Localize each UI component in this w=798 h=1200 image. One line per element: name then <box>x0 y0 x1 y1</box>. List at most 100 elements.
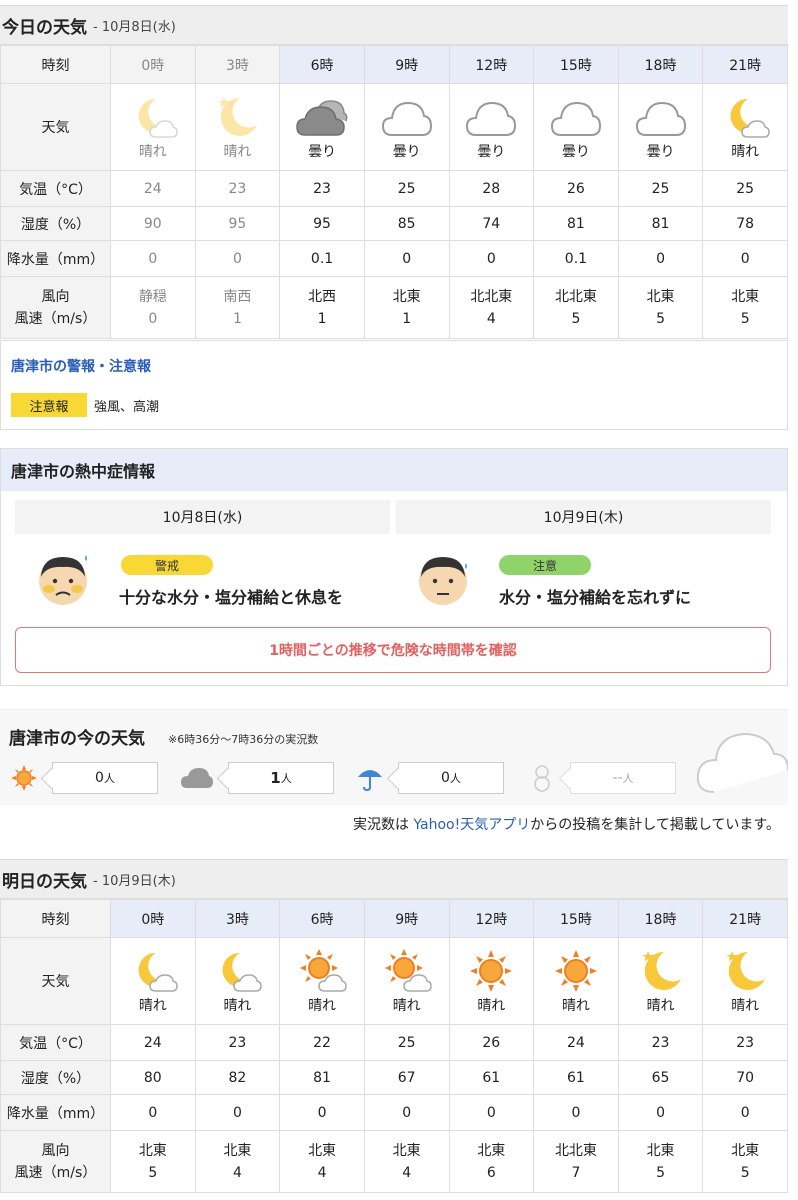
temp-cell: 25 <box>363 1024 450 1061</box>
wind-cell: 北東 4 <box>194 1130 281 1193</box>
temp-cell: 22 <box>279 1024 365 1061</box>
tomorrow-date: - 10月9日(木) <box>93 873 176 889</box>
current-weather-title: 唐津市の今の天気 <box>9 729 145 749</box>
today-table: 時刻 0時 3時 6時 9時 12時 15時 18時 21時 天気 晴れ 晴れ 曇り 曇り 曇り 曇り 曇り 晴れ… <box>0 45 788 339</box>
precip-cell: 0 <box>363 240 450 277</box>
cloud-icon <box>381 101 432 136</box>
hour-cell: 18時 <box>617 45 704 84</box>
temp-cell: 24 <box>533 1024 619 1061</box>
wind-cell: 北東 4 <box>363 1130 450 1193</box>
hour-cell: 9時 <box>363 45 450 84</box>
temp-cell: 26 <box>533 170 619 207</box>
temp-cell: 24 <box>110 1024 196 1061</box>
humidity-cell: 81 <box>533 206 619 241</box>
wind-cell: 北東 1 <box>363 276 450 339</box>
wind-label: 風向 風速（m/s） <box>0 276 111 339</box>
heat-day-1-message: 十分な水分・塩分補給と休息を <box>119 588 344 607</box>
temp-cell: 25 <box>363 170 450 207</box>
precip-cell: 0 <box>279 1094 365 1131</box>
wind-cell: 北東 5 <box>617 1130 704 1193</box>
weather-cell: 曇り <box>279 83 365 171</box>
time-label: 時刻 <box>0 45 111 84</box>
sun-icon <box>554 950 597 992</box>
count-sunny: 0人 <box>10 762 158 794</box>
hour-cell: 12時 <box>448 899 535 938</box>
precip-cell: 0 <box>110 240 196 277</box>
temp-label: 気温（°C） <box>0 1024 111 1061</box>
alert-items: 強風、高潮 <box>94 400 160 415</box>
tomorrow-table: 時刻 0時 3時 6時 9時 12時 15時 18時 21時 天気 晴れ 晴れ 晴れ 晴れ 晴れ 晴れ 晴れ 晴れ… <box>0 899 788 1193</box>
today-forecast: 今日の天気 - 10月8日(水) 時刻 0時 3時 6時 9時 12時 15時 18時 21時天… <box>0 5 788 339</box>
precip-cell: 0 <box>617 1094 704 1131</box>
weather-cell: 晴れ <box>110 937 196 1025</box>
current-weather-note: ※6時36分〜7時36分の実況数 <box>168 733 319 746</box>
hour-cell: 6時 <box>279 45 365 84</box>
wind-cell: 北東 5 <box>702 276 788 339</box>
wind-cell: 北東 5 <box>702 1130 788 1193</box>
count-cloudy: 1人 <box>180 762 334 794</box>
moon-cloud-icon <box>138 98 178 138</box>
moon-cloud-icon <box>223 952 263 992</box>
precip-cell: 0.1 <box>533 240 619 277</box>
alert-title[interactable]: 唐津市の警報・注意報 <box>11 356 151 376</box>
wind-cell: 北東 4 <box>279 1130 365 1193</box>
count-snowy-value: -- 人 <box>570 762 676 794</box>
decorative-cloud-icon <box>696 732 788 793</box>
precip-cell: 0.1 <box>279 240 365 277</box>
precip-cell: 0 <box>363 1094 450 1131</box>
precip-cell: 0 <box>617 240 704 277</box>
wind-cell: 南西 1 <box>194 276 281 339</box>
worried-face-icon <box>39 555 87 605</box>
hour-cell: 0時 <box>110 899 196 938</box>
alert-badge: 注意報 <box>11 393 87 417</box>
count-sunny-value: 0人 <box>52 762 158 794</box>
temp-cell: 23 <box>279 170 365 207</box>
precip-label: 降水量（mm） <box>0 1094 111 1131</box>
weather-cell: 晴れ <box>279 937 365 1025</box>
humidity-cell: 70 <box>702 1060 788 1095</box>
temp-cell: 25 <box>702 170 788 207</box>
wind-cell: 北北東 4 <box>448 276 535 339</box>
moon-star-icon <box>642 951 681 990</box>
weather-cell: 晴れ <box>702 937 788 1025</box>
wind-cell: 静穏 0 <box>110 276 196 339</box>
alert-box: 唐津市の警報・注意報 注意報 強風、高潮 <box>0 340 788 430</box>
yahoo-weather-app-link[interactable]: Yahoo!天気アプリ <box>413 817 530 833</box>
today-title: 今日の天気 <box>2 17 87 38</box>
today-date: - 10月8日(水) <box>93 19 176 35</box>
moon-star-icon <box>218 97 258 136</box>
temp-cell: 28 <box>448 170 535 207</box>
humidity-cell: 78 <box>702 206 788 241</box>
humidity-cell: 82 <box>194 1060 281 1095</box>
precip-cell: 0 <box>702 240 788 277</box>
precip-cell: 0 <box>702 1094 788 1131</box>
humidity-cell: 81 <box>617 206 704 241</box>
hour-cell: 21時 <box>702 899 788 938</box>
wind-cell: 北東 5 <box>617 276 704 339</box>
temp-cell: 23 <box>702 1024 788 1061</box>
temp-cell: 24 <box>110 170 196 207</box>
weather-cell: 晴れ <box>110 83 196 171</box>
precip-cell: 0 <box>533 1094 619 1131</box>
hourly-risk-link[interactable]: 1時間ごとの推移で危険な時間帯を確認 <box>15 627 771 673</box>
heat-day-2-date: 10月9日(木) <box>396 500 771 534</box>
umbrella-icon <box>358 770 382 792</box>
count-cloudy-value: 1人 <box>228 762 334 794</box>
weather-cell: 晴れ <box>448 937 535 1025</box>
weather-label: 天気 <box>0 937 111 1025</box>
humidity-cell: 90 <box>110 206 196 241</box>
humidity-cell: 85 <box>363 206 450 241</box>
heatstroke-title: 唐津市の熱中症情報 <box>1 449 787 491</box>
heat-day-1-date: 10月8日(水) <box>15 500 390 534</box>
neutral-face-icon <box>419 557 467 605</box>
hour-cell: 12時 <box>448 45 535 84</box>
humidity-cell: 95 <box>279 206 365 241</box>
wind-cell: 北西 1 <box>279 276 365 339</box>
cloud-icon <box>550 101 601 136</box>
humidity-cell: 74 <box>448 206 535 241</box>
wind-cell: 北東 5 <box>110 1130 196 1193</box>
humidity-cell: 61 <box>448 1060 535 1095</box>
hour-cell: 3時 <box>194 899 281 938</box>
wind-label: 風向 風速（m/s） <box>0 1130 111 1193</box>
cloud-icon <box>181 768 213 788</box>
